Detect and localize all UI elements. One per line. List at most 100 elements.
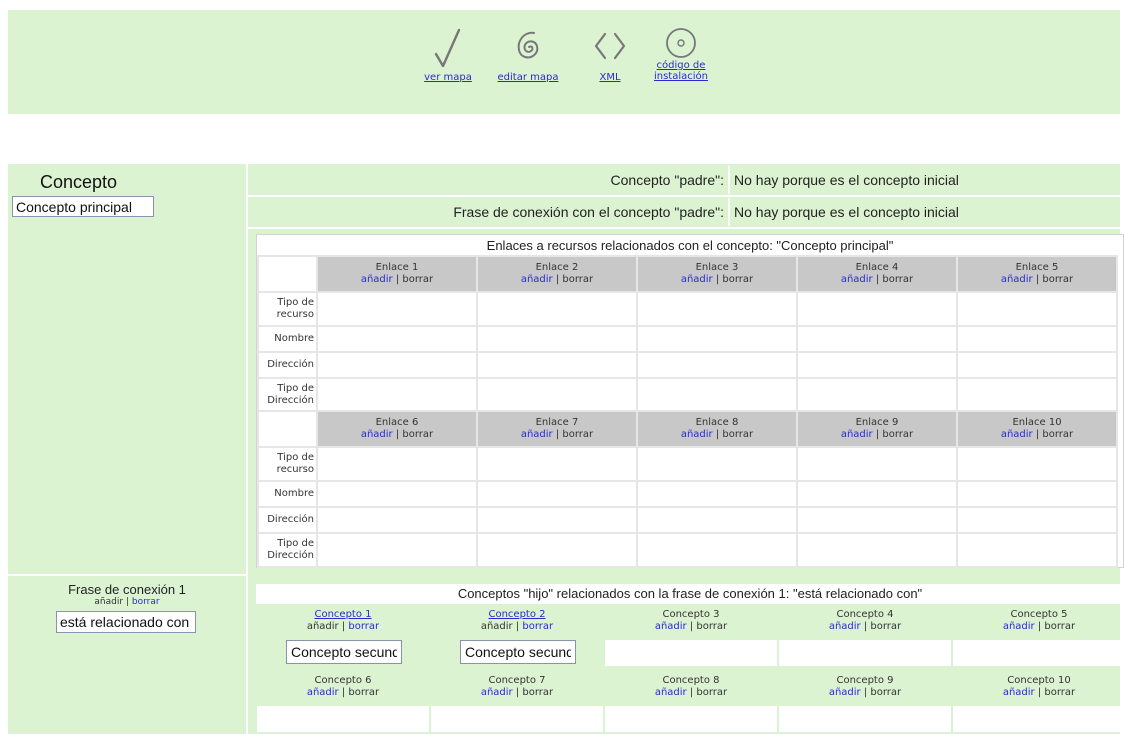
link-field-cell[interactable] <box>796 480 958 508</box>
concepto-delete-link[interactable]: borrar <box>522 687 553 698</box>
enlace-add-link[interactable]: añadir <box>521 429 553 440</box>
link-field-cell[interactable] <box>956 291 1118 327</box>
link-field-cell[interactable] <box>316 325 478 353</box>
enlace-add-link[interactable]: añadir <box>1001 274 1033 285</box>
frase-add-link[interactable]: añadir <box>94 597 123 607</box>
concepto-add-link[interactable]: añadir <box>481 621 513 632</box>
link-field-cell[interactable] <box>956 446 1118 482</box>
concepto-delete-link[interactable]: borrar <box>1044 687 1075 698</box>
concepto-hijo-input[interactable] <box>460 640 576 664</box>
link-field-cell[interactable] <box>956 325 1118 353</box>
enlace-delete-link[interactable]: borrar <box>882 429 913 440</box>
enlace-delete-link[interactable]: borrar <box>1042 274 1073 285</box>
link-field-cell[interactable] <box>316 446 478 482</box>
link-field-cell[interactable] <box>636 351 798 379</box>
links-data-row: Dirección <box>257 506 1118 534</box>
enlace-delete-link[interactable]: borrar <box>722 429 753 440</box>
concepto-add-link[interactable]: añadir <box>1003 687 1035 698</box>
enlace-add-link[interactable]: añadir <box>521 274 553 285</box>
link-field-cell[interactable] <box>476 506 638 534</box>
enlace-add-link[interactable]: añadir <box>361 274 393 285</box>
link-field-cell[interactable] <box>636 506 798 534</box>
link-field-cell[interactable] <box>956 377 1118 413</box>
link-field-cell[interactable] <box>796 532 958 568</box>
link-field-cell[interactable] <box>636 291 798 327</box>
enlace-add-link[interactable]: añadir <box>681 274 713 285</box>
concepto-delete-link[interactable]: borrar <box>870 687 901 698</box>
link-field-cell[interactable] <box>316 506 478 534</box>
link-field-cell[interactable] <box>796 446 958 482</box>
concepto-add-link[interactable]: añadir <box>481 687 513 698</box>
concepto-add-link[interactable]: añadir <box>829 687 861 698</box>
concepto-delete-link[interactable]: borrar <box>348 687 379 698</box>
concepto-add-link[interactable]: añadir <box>307 687 339 698</box>
link-field-cell[interactable] <box>796 351 958 379</box>
concepto-hijo-name[interactable]: Concepto 1 <box>256 609 430 621</box>
link-field-cell[interactable] <box>796 325 958 353</box>
concepto-hijo-header: Concepto 10 añadir | borrar <box>952 675 1125 699</box>
enlace-delete-link[interactable]: borrar <box>722 274 753 285</box>
link-field-cell[interactable] <box>476 480 638 508</box>
link-field-cell[interactable] <box>476 351 638 379</box>
concepto-add-link[interactable]: añadir <box>829 621 861 632</box>
concepto-add-link[interactable]: añadir <box>655 687 687 698</box>
concepto-add-link[interactable]: añadir <box>307 621 339 632</box>
link-field-cell[interactable] <box>796 377 958 413</box>
codigo-tool[interactable]: código de instalación <box>646 26 716 82</box>
link-field-cell[interactable] <box>316 532 478 568</box>
concepto-delete-link[interactable]: borrar <box>348 621 379 632</box>
ver-mapa-tool[interactable]: ver mapa <box>416 26 480 83</box>
concepto-hijo-name[interactable]: Concepto 2 <box>430 609 604 621</box>
link-field-cell[interactable] <box>636 325 798 353</box>
concepto-delete-link[interactable]: borrar <box>696 687 727 698</box>
link-field-cell[interactable] <box>476 325 638 353</box>
xml-link[interactable]: XML <box>590 72 630 83</box>
link-field-cell[interactable] <box>476 291 638 327</box>
link-field-cell[interactable] <box>636 377 798 413</box>
frase-delete-link[interactable]: borrar <box>132 597 160 607</box>
concepto-add-link[interactable]: añadir <box>655 621 687 632</box>
enlace-delete-link[interactable]: borrar <box>882 274 913 285</box>
concept-name-input[interactable] <box>12 196 154 217</box>
editar-mapa-tool[interactable]: editar mapa <box>496 26 560 83</box>
enlace-delete-link[interactable]: borrar <box>402 429 433 440</box>
link-field-cell[interactable] <box>316 351 478 379</box>
enlace-add-link[interactable]: añadir <box>681 429 713 440</box>
enlace-add-link[interactable]: añadir <box>841 429 873 440</box>
concepto-delete-link[interactable]: borrar <box>696 621 727 632</box>
concepto-delete-link[interactable]: borrar <box>1044 621 1075 632</box>
link-field-cell[interactable] <box>796 506 958 534</box>
xml-tool[interactable]: XML <box>590 26 630 83</box>
link-field-cell[interactable] <box>476 377 638 413</box>
concepto-hijo-input[interactable] <box>286 640 402 664</box>
enlace-add-link[interactable]: añadir <box>1001 429 1033 440</box>
link-field-cell[interactable] <box>956 351 1118 379</box>
link-field-cell[interactable] <box>956 532 1118 568</box>
concepto-delete-link[interactable]: borrar <box>870 621 901 632</box>
enlace-delete-link[interactable]: borrar <box>562 274 593 285</box>
link-field-cell[interactable] <box>316 291 478 327</box>
enlace-add-link[interactable]: añadir <box>841 274 873 285</box>
link-field-cell[interactable] <box>476 532 638 568</box>
link-field-cell[interactable] <box>956 506 1118 534</box>
frase-input[interactable] <box>56 611 196 633</box>
link-field-cell[interactable] <box>956 480 1118 508</box>
enlace-delete-link[interactable]: borrar <box>1042 429 1073 440</box>
concepto-delete-link[interactable]: borrar <box>522 621 553 632</box>
enlace-delete-link[interactable]: borrar <box>402 274 433 285</box>
link-field-cell[interactable] <box>796 291 958 327</box>
editar-mapa-link[interactable]: editar mapa <box>496 72 560 83</box>
concepto-hijo-empty-cell <box>257 706 429 732</box>
link-field-cell[interactable] <box>636 446 798 482</box>
link-field-cell[interactable] <box>316 377 478 413</box>
enlace-delete-link[interactable]: borrar <box>562 429 593 440</box>
codigo-link-line1[interactable]: código de <box>646 60 716 71</box>
link-field-cell[interactable] <box>636 480 798 508</box>
concepto-add-link[interactable]: añadir <box>1003 621 1035 632</box>
ver-mapa-link[interactable]: ver mapa <box>416 72 480 83</box>
enlace-add-link[interactable]: añadir <box>361 429 393 440</box>
link-field-cell[interactable] <box>476 446 638 482</box>
codigo-link-line2[interactable]: instalación <box>646 71 716 82</box>
link-field-cell[interactable] <box>316 480 478 508</box>
link-field-cell[interactable] <box>636 532 798 568</box>
